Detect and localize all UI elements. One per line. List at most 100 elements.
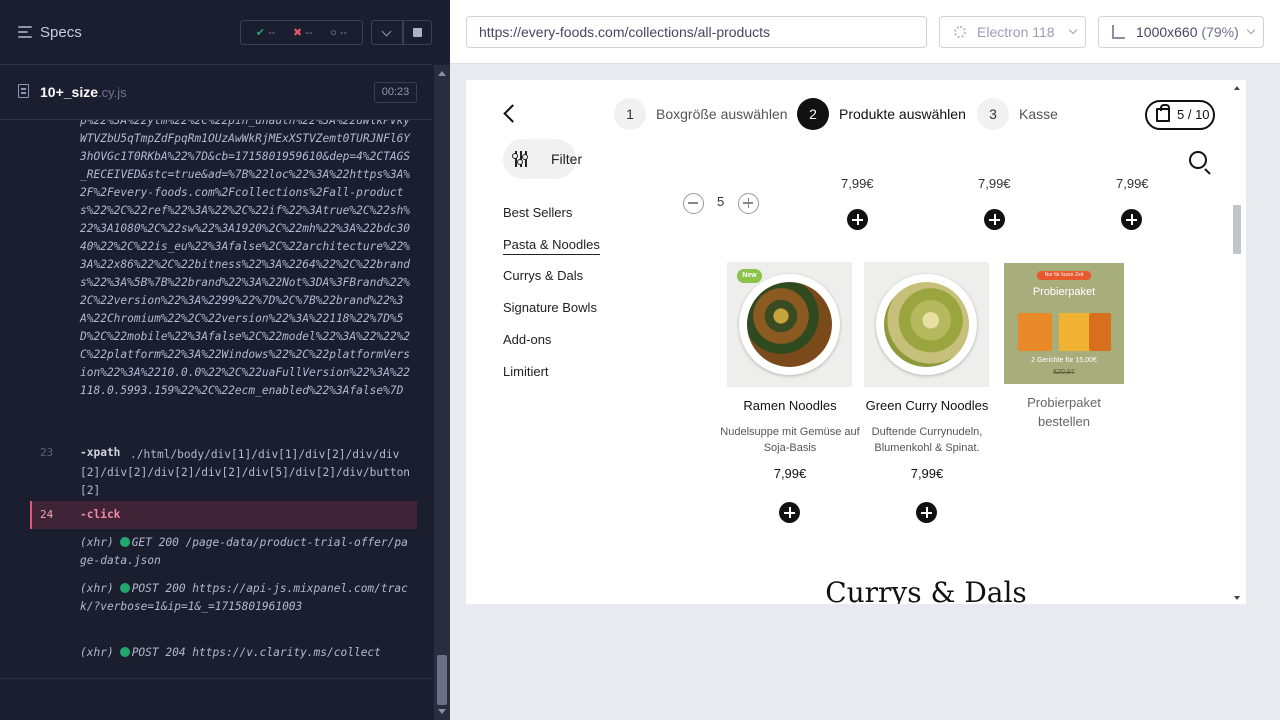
add-to-box-button[interactable]: [916, 502, 937, 523]
command-message: ./html/body/div[1]/div[1]/div[2]/div/div…: [80, 448, 411, 497]
step-3-label[interactable]: Kasse: [1019, 106, 1058, 122]
command-row-24[interactable]: 24 -click: [30, 501, 417, 529]
product-price: 7,99€: [978, 176, 1011, 191]
category-limitiert[interactable]: Limitiert: [503, 364, 549, 379]
product-price: 7,99€: [841, 176, 874, 191]
add-to-box-button[interactable]: [779, 502, 800, 523]
passed-stat: ✔ --: [255, 27, 276, 39]
add-to-box-button[interactable]: [984, 209, 1005, 230]
trial-old-price: €20,97: [1053, 369, 1075, 376]
page-scrollbar[interactable]: [1230, 80, 1246, 604]
trial-pack-link[interactable]: Probierpaket bestellen: [1004, 393, 1124, 431]
xhr-log-entry[interactable]: (xhr) POST 204 https://v.clarity.ms/colle…: [80, 644, 413, 662]
category-signature-bowls[interactable]: Signature Bowls: [503, 300, 597, 315]
command-message: p%22%3A%22ytm%22%2C%22pin_unauth%22%3A%2…: [80, 120, 411, 397]
command-number: 24: [40, 508, 54, 521]
cross-icon: ✖: [292, 27, 303, 39]
scroll-up-icon[interactable]: [438, 71, 446, 76]
minus-icon[interactable]: [683, 193, 704, 214]
browser-icon: [954, 26, 966, 38]
aut-viewport: 1 Boxgröße auswählen 2 Produkte auswähle…: [466, 80, 1246, 604]
pending-stat: ○ --: [330, 26, 348, 39]
cart-button[interactable]: 5 / 10: [1145, 100, 1215, 130]
scroll-thumb[interactable]: [437, 655, 447, 705]
stop-button[interactable]: [403, 20, 432, 45]
plus-icon[interactable]: [738, 193, 759, 214]
scroll-up-icon[interactable]: [1234, 86, 1240, 90]
product-price: 7,99€: [910, 466, 944, 481]
check-icon: ✔: [255, 27, 265, 39]
scroll-down-icon[interactable]: [438, 709, 446, 714]
product-description: Nudelsuppe mit Gemüse auf Soja-Basis: [720, 426, 860, 454]
menu-icon[interactable]: [18, 26, 32, 41]
product-image-ramen[interactable]: New: [727, 262, 852, 387]
xhr-log-entry[interactable]: (xhr) GET 200 /page-data/product-trial-of…: [80, 534, 413, 570]
product-price: 7,99€: [773, 466, 807, 481]
product-image-green-curry[interactable]: [864, 262, 989, 387]
command-log-scrollbar[interactable]: [434, 65, 450, 720]
back-arrow-icon[interactable]: [503, 104, 522, 123]
document-icon: [18, 84, 29, 98]
specs-title[interactable]: Specs: [40, 24, 82, 41]
spec-file-name[interactable]: 10+_size.cy.js: [40, 84, 127, 100]
command-log: p%22%3A%22ytm%22%2C%22pin_unauth%22%3A%2…: [30, 120, 417, 665]
command-name: -click: [80, 508, 121, 521]
trial-subtitle: 2 Gerichte für 15,00€: [1031, 357, 1097, 364]
category-currys-dals[interactable]: Currys & Dals: [503, 268, 583, 283]
aut-header: https://every-foods.com/collections/all-…: [450, 0, 1280, 64]
status-dot-icon: [119, 583, 130, 593]
spec-file-row: 10+_size.cy.js 00:23: [0, 65, 432, 120]
step-1-label[interactable]: Boxgröße auswählen: [656, 106, 788, 122]
trial-tag: Nur für kurze Zeit: [1037, 271, 1091, 280]
divider: [0, 678, 432, 679]
scroll-down-icon[interactable]: [1234, 596, 1240, 600]
product-box-image: [1018, 313, 1052, 351]
trial-pack-image[interactable]: Nur für kurze Zeit Probierpaket 2 Gerich…: [1004, 263, 1124, 384]
new-badge: New: [737, 269, 762, 283]
filter-sliders-icon: [512, 151, 528, 167]
browser-selector[interactable]: Electron 118: [939, 16, 1086, 48]
quantity-value: 5: [717, 194, 725, 209]
chevron-down-icon: [1068, 25, 1078, 35]
url-bar[interactable]: https://every-foods.com/collections/all-…: [466, 16, 927, 48]
ruler-icon: [1112, 25, 1125, 39]
section-heading: Currys & Dals: [825, 576, 1027, 604]
product-name[interactable]: Ramen Noodles: [720, 398, 860, 413]
step-2-label[interactable]: Produkte auswählen: [839, 106, 966, 122]
product-box-image: [1059, 313, 1093, 351]
command-number: 23: [40, 446, 54, 459]
add-to-box-button[interactable]: [847, 209, 868, 230]
failed-stat: ✖ --: [292, 27, 313, 39]
product-name[interactable]: Green Curry Noodles: [857, 398, 997, 413]
status-dot-icon: [119, 537, 130, 547]
category-best-sellers[interactable]: Best Sellers: [503, 205, 572, 220]
scroll-thumb[interactable]: [1233, 205, 1241, 254]
trial-title: Probierpaket: [1032, 286, 1096, 298]
xhr-log-entry[interactable]: (xhr) POST 200 https://api-js.mixpanel.co…: [80, 580, 413, 616]
ramen-bowl-image: [739, 274, 840, 375]
app-under-test-area: https://every-foods.com/collections/all-…: [450, 0, 1280, 720]
product-description: Duftende Currynudeln, Blumenkohl & Spina…: [871, 426, 983, 454]
cart-count: 5 / 10: [1177, 107, 1210, 122]
add-to-box-button[interactable]: [1121, 209, 1142, 230]
cypress-runner-panel: Specs ✔ -- ✖ -- ○ -- 10+_size.cy.js 00:2…: [0, 0, 450, 720]
shopping-bag-icon: [1156, 104, 1170, 122]
chevron-down-icon: [1246, 25, 1256, 35]
viewport-selector[interactable]: 1000x660 (79%): [1098, 16, 1264, 48]
specs-header: Specs ✔ -- ✖ -- ○ --: [0, 0, 432, 65]
category-add-ons[interactable]: Add-ons: [503, 332, 551, 347]
category-pasta-noodles[interactable]: Pasta & Noodles: [503, 237, 600, 255]
status-dot-icon: [119, 647, 130, 657]
step-2-circle[interactable]: 2: [797, 98, 829, 130]
filter-button[interactable]: Filter: [503, 139, 582, 179]
search-icon[interactable]: [1189, 151, 1207, 169]
step-3-circle[interactable]: 3: [977, 98, 1009, 130]
command-row-23[interactable]: 23 -xpath ./html/body/div[1]/div[1]/div[…: [30, 442, 417, 497]
curry-bowl-image: [876, 274, 977, 375]
spinner-icon: ○: [330, 26, 337, 39]
product-box-image: [1089, 313, 1111, 351]
product-price: 7,99€: [1116, 176, 1149, 191]
test-stats: ✔ -- ✖ -- ○ --: [240, 20, 363, 45]
chevron-down-icon[interactable]: [371, 20, 403, 45]
step-1-circle[interactable]: 1: [614, 98, 646, 130]
